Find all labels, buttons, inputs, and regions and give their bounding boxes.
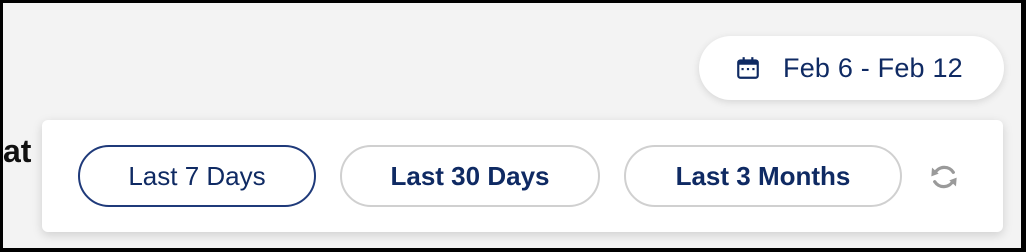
- date-range-picker[interactable]: Feb 6 - Feb 12: [699, 36, 1004, 100]
- calendar-icon: [737, 57, 759, 79]
- last-7-days-button[interactable]: Last 7 Days: [78, 145, 316, 207]
- date-range-label: Feb 6 - Feb 12: [783, 52, 963, 83]
- last-30-days-button[interactable]: Last 30 Days: [340, 145, 600, 207]
- last-3-months-button[interactable]: Last 3 Months: [624, 145, 902, 207]
- refresh-icon[interactable]: [928, 161, 960, 193]
- page-title: at: [3, 133, 32, 169]
- app-frame: Feb 6 - Feb 12 at Last 7 Days Last 30 Da…: [3, 3, 1021, 248]
- quick-range-panel: Last 7 Days Last 30 Days Last 3 Months: [42, 120, 1003, 232]
